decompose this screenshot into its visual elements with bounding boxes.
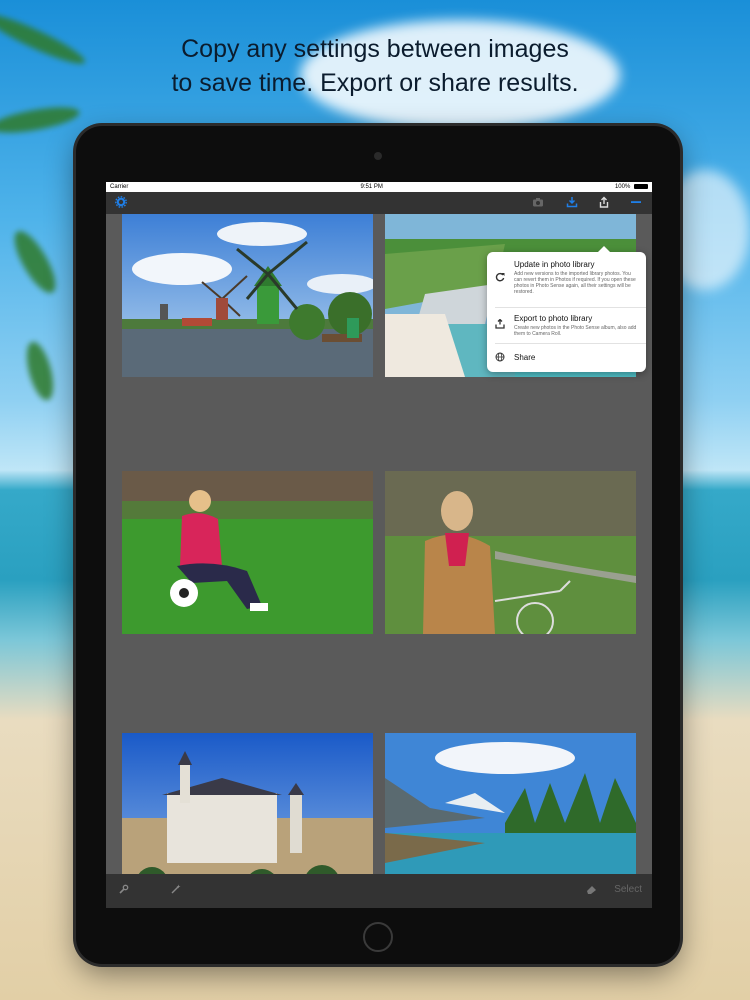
menu-item-title: Share xyxy=(514,353,536,362)
gear-icon[interactable] xyxy=(114,196,128,210)
headline: Copy any settings between images to save… xyxy=(0,32,750,100)
eraser-icon[interactable] xyxy=(586,884,597,898)
photo-thumbnail-windmill[interactable] xyxy=(122,214,373,377)
camera-icon[interactable] xyxy=(531,196,545,210)
wrench-icon[interactable] xyxy=(118,884,129,898)
share-icon[interactable] xyxy=(597,196,611,210)
front-camera xyxy=(374,152,382,160)
carrier-label: Carrier xyxy=(110,184,129,190)
photo-thumbnail-castle[interactable] xyxy=(122,733,373,896)
headline-line-2: to save time. Export or share results. xyxy=(171,69,579,97)
menu-item-description: Add new versions to the imported library… xyxy=(514,271,636,295)
globe-icon xyxy=(495,352,505,365)
menu-item-description: Create new photos in the Photo Sense alb… xyxy=(514,325,637,337)
ipad-device: Carrier 9:51 PM 100% Update in photo lib… xyxy=(76,126,680,964)
photo-thumbnail-mountain-lake[interactable] xyxy=(385,733,636,896)
background-palm xyxy=(21,339,59,403)
share-popover-menu: Update in photo library Add new versions… xyxy=(487,246,646,372)
background-palm xyxy=(7,225,63,299)
photo-thumbnail-woman-with-ball[interactable] xyxy=(122,471,373,634)
menu-item-title: Update in photo library xyxy=(514,260,595,269)
battery-percent: 100% xyxy=(614,184,631,190)
export-icon xyxy=(495,318,505,332)
magic-wand-icon[interactable] xyxy=(170,884,181,898)
menu-item-export-to-photo-library[interactable]: Export to photo library Create new photo… xyxy=(487,308,646,342)
status-bar: Carrier 9:51 PM 100% xyxy=(106,182,652,192)
bottom-toolbar: Select xyxy=(106,874,652,908)
clock-label: 9:51 PM xyxy=(360,184,383,190)
select-button[interactable]: Select xyxy=(614,884,642,895)
minus-icon[interactable] xyxy=(629,196,643,210)
battery-icon xyxy=(633,183,648,189)
photo-grid: Update in photo library Add new versions… xyxy=(106,214,652,896)
top-toolbar xyxy=(106,192,652,214)
menu-item-share[interactable]: Share xyxy=(487,344,646,372)
menu-item-title: Export to photo library xyxy=(514,314,593,323)
photo-thumbnail-woman-with-bicycle[interactable] xyxy=(385,471,636,634)
app-screen: Carrier 9:51 PM 100% Update in photo lib… xyxy=(106,182,652,908)
home-button[interactable] xyxy=(363,922,393,952)
headline-line-1: Copy any settings between images xyxy=(181,35,569,63)
menu-item-update-in-photo-library[interactable]: Update in photo library Add new versions… xyxy=(487,252,646,306)
download-icon[interactable] xyxy=(565,196,579,210)
background-palm xyxy=(0,102,82,138)
refresh-icon xyxy=(495,272,505,285)
battery-indicator: 100% xyxy=(615,182,648,192)
